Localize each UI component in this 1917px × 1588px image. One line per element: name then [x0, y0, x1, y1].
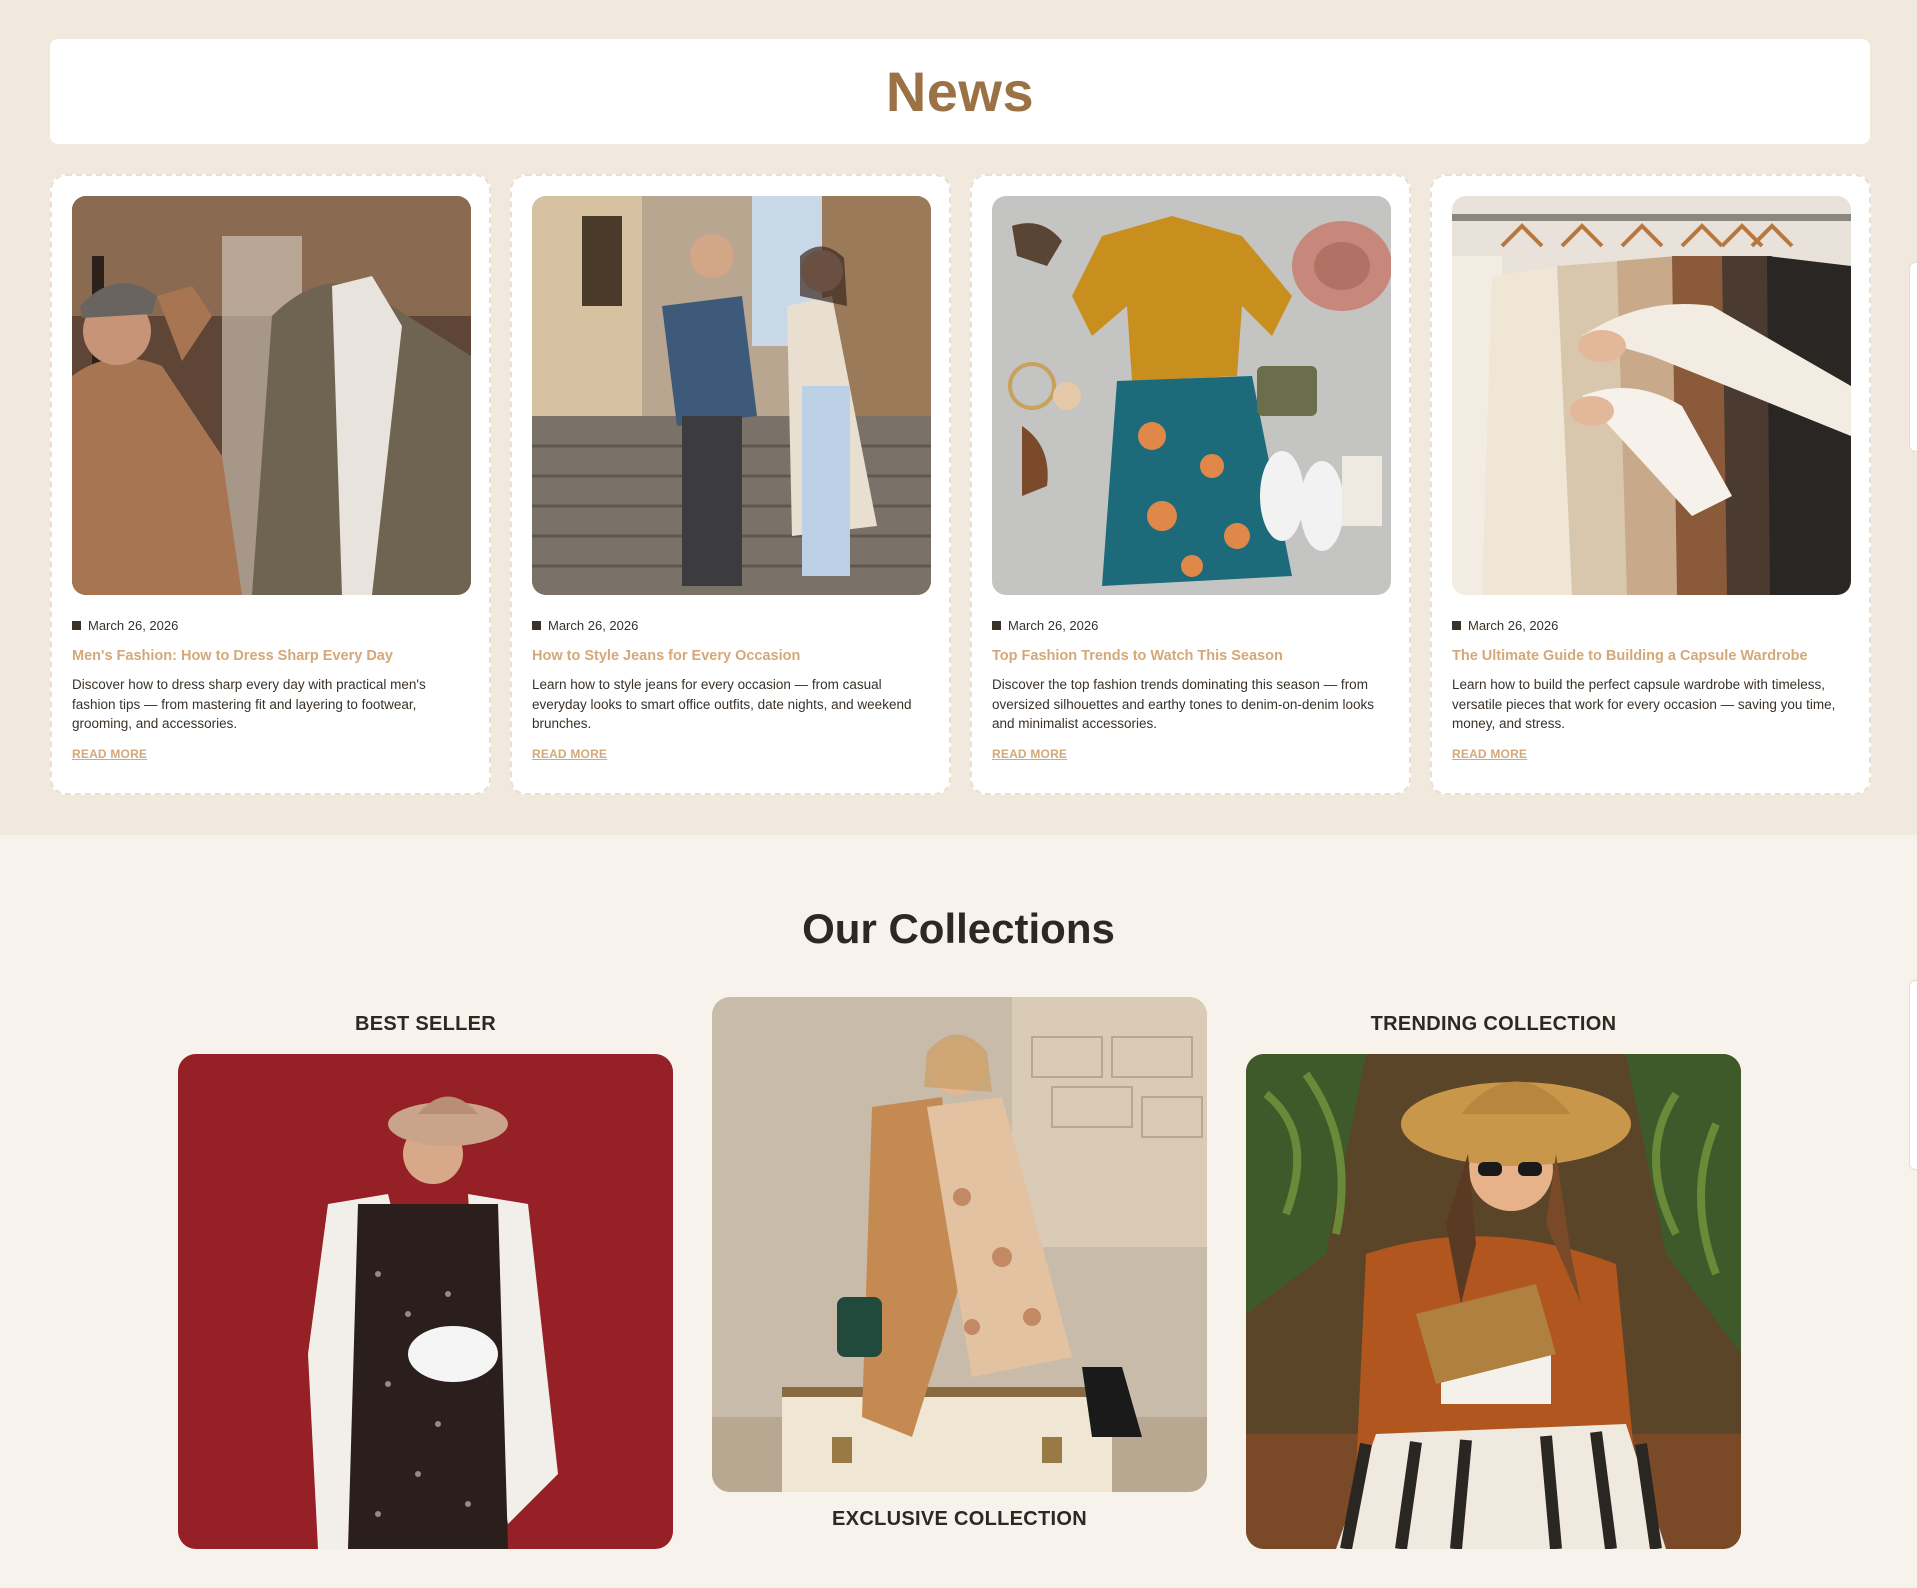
- news-card[interactable]: March 26, 2026 Top Fashion Trends to Wat…: [970, 174, 1411, 795]
- news-title: News: [885, 60, 1035, 123]
- news-card-description: Discover the top fashion trends dominati…: [992, 677, 1374, 731]
- read-more-link[interactable]: READ MORE: [992, 747, 1067, 761]
- read-more-link[interactable]: READ MORE: [532, 747, 607, 761]
- news-card-description: Learn how to style jeans for every occas…: [532, 677, 912, 731]
- news-card-title[interactable]: Top Fashion Trends to Watch This Season: [992, 648, 1392, 664]
- date-bullet-icon: [532, 621, 541, 630]
- news-card-date: March 26, 2026: [1452, 618, 1558, 633]
- news-card-title[interactable]: The Ultimate Guide to Building a Capsule…: [1452, 648, 1852, 664]
- news-card[interactable]: March 26, 2026 How to Style Jeans for Ev…: [510, 174, 951, 795]
- news-card-title[interactable]: How to Style Jeans for Every Occasion: [532, 648, 932, 664]
- date-bullet-icon: [992, 621, 1001, 630]
- collection-image-best-seller[interactable]: [178, 1054, 673, 1549]
- collections-title: Our Collections: [802, 905, 1115, 952]
- news-card-description: Discover how to dress sharp every day wi…: [72, 677, 426, 731]
- side-drawer-tab[interactable]: [1909, 262, 1917, 452]
- news-card-date: March 26, 2026: [72, 618, 178, 633]
- news-card-description: Learn how to build the perfect capsule w…: [1452, 677, 1836, 731]
- collection-label[interactable]: TRENDING COLLECTION: [1246, 1013, 1741, 1036]
- news-header: News: [50, 39, 1870, 144]
- news-card-date: March 26, 2026: [992, 618, 1098, 633]
- news-card-date: March 26, 2026: [532, 618, 638, 633]
- news-card[interactable]: March 26, 2026 Men's Fashion: How to Dre…: [50, 174, 491, 795]
- collection-label[interactable]: EXCLUSIVE COLLECTION: [712, 1508, 1207, 1531]
- news-card-image[interactable]: [1452, 196, 1851, 595]
- news-card-image[interactable]: [992, 196, 1391, 595]
- date-bullet-icon: [1452, 621, 1461, 630]
- news-card-image[interactable]: [532, 196, 931, 595]
- news-card[interactable]: March 26, 2026 The Ultimate Guide to Bui…: [1430, 174, 1871, 795]
- news-card-image[interactable]: [72, 196, 471, 595]
- collection-image-trending[interactable]: [1246, 1054, 1741, 1549]
- side-drawer-tab[interactable]: [1909, 980, 1917, 1170]
- read-more-link[interactable]: READ MORE: [72, 747, 147, 761]
- collection-image-exclusive[interactable]: [712, 997, 1207, 1492]
- news-section: News March 26, 2026 Men's Fashion: How t…: [0, 0, 1917, 835]
- read-more-link[interactable]: READ MORE: [1452, 747, 1527, 761]
- date-bullet-icon: [72, 621, 81, 630]
- news-card-title[interactable]: Men's Fashion: How to Dress Sharp Every …: [72, 648, 472, 664]
- collection-label[interactable]: BEST SELLER: [178, 1013, 673, 1036]
